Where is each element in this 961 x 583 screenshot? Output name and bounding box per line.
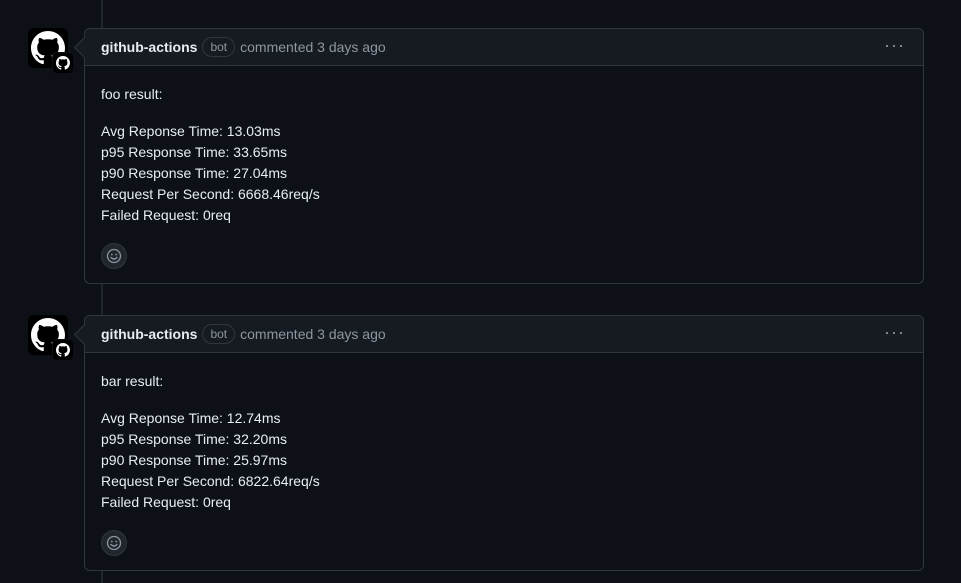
comment-body: foo result: Avg Reponse Time: 13.03ms p9… [85, 66, 923, 283]
commented-text: commented [240, 39, 314, 55]
metric-line: p90 Response Time: 25.97ms [101, 452, 287, 468]
bot-label: bot [202, 37, 236, 57]
bot-badge-avatar [52, 52, 74, 74]
comment-header: github-actions bot commented 3 days ago … [85, 316, 923, 353]
comment-meta: commented 3 days ago [240, 326, 386, 342]
kebab-horizontal-icon[interactable]: ··· [884, 36, 905, 54]
metric-line: Request Per Second: 6822.64req/s [101, 473, 320, 489]
author-link[interactable]: github-actions [101, 39, 197, 55]
metric-line: Failed Request: 0req [101, 207, 231, 223]
github-mark-icon [56, 343, 70, 357]
bot-badge-avatar [52, 339, 74, 361]
timestamp-link[interactable]: 3 days ago [317, 326, 386, 342]
add-reaction-button[interactable] [101, 530, 127, 556]
smiley-icon [106, 248, 122, 264]
comment-box: github-actions bot commented 3 days ago … [84, 315, 924, 571]
comment-meta: commented 3 days ago [240, 39, 386, 55]
metric-line: Avg Reponse Time: 12.74ms [101, 410, 281, 426]
metric-line: Avg Reponse Time: 13.03ms [101, 123, 281, 139]
metric-line: p90 Response Time: 27.04ms [101, 165, 287, 181]
result-title: bar result: [101, 373, 164, 389]
comment-header: github-actions bot commented 3 days ago … [85, 29, 923, 66]
commented-text: commented [240, 326, 314, 342]
add-reaction-button[interactable] [101, 243, 127, 269]
metric-line: Request Per Second: 6668.46req/s [101, 186, 320, 202]
result-title: foo result: [101, 86, 163, 102]
smiley-icon [106, 535, 122, 551]
metric-line: p95 Response Time: 32.20ms [101, 431, 287, 447]
author-link[interactable]: github-actions [101, 326, 197, 342]
kebab-horizontal-icon[interactable]: ··· [884, 323, 905, 341]
bot-label: bot [202, 324, 236, 344]
comment-box: github-actions bot commented 3 days ago … [84, 28, 924, 284]
comment-body: bar result: Avg Reponse Time: 12.74ms p9… [85, 353, 923, 570]
timestamp-link[interactable]: 3 days ago [317, 39, 386, 55]
metric-line: p95 Response Time: 33.65ms [101, 144, 287, 160]
metric-line: Failed Request: 0req [101, 494, 231, 510]
github-mark-icon [56, 56, 70, 70]
